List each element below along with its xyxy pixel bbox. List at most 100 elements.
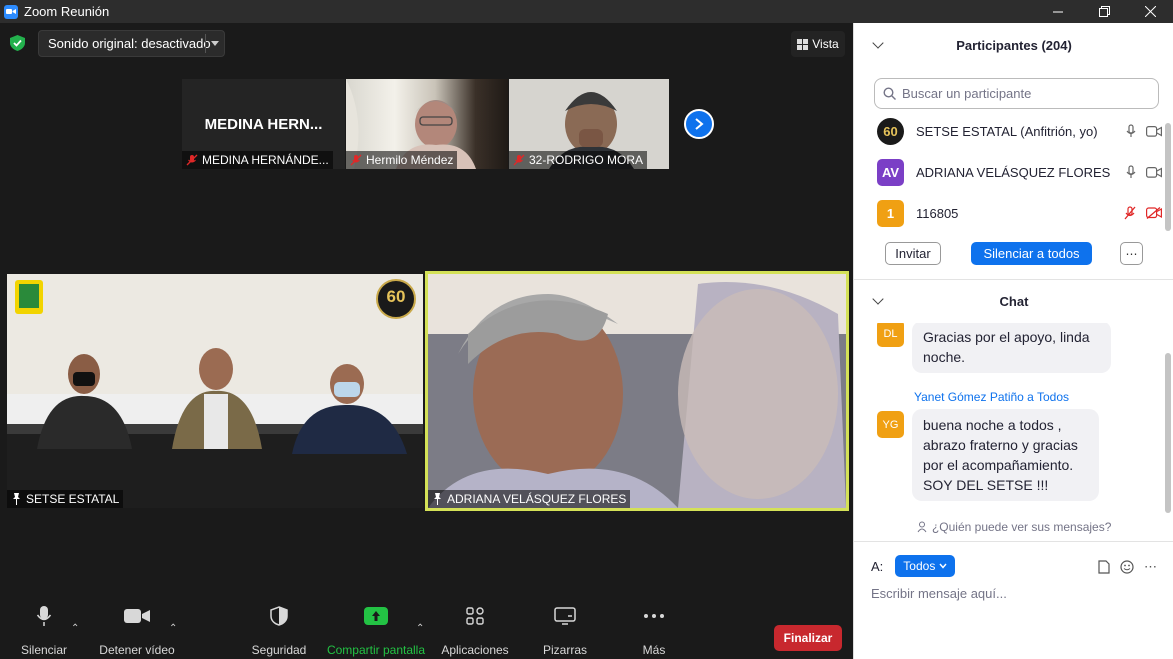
avatar: YG — [877, 411, 904, 438]
chat-message-line: por el acompañamiento. — [923, 457, 1074, 473]
participants-scrollbar[interactable] — [1165, 123, 1171, 231]
restore-button[interactable] — [1081, 0, 1127, 23]
participant-row-name: SETSE ESTATAL (Anfitrión, yo) — [916, 124, 1098, 139]
participant-name-tag: Hermilo Méndez — [346, 151, 458, 169]
chat-message: buena noche a todos , abrazo fraterno y … — [912, 409, 1099, 501]
participant-name-tag: MEDINA HERNÁNDE... — [182, 151, 333, 169]
stop-video-button[interactable]: Detener vídeo — [99, 601, 175, 657]
participant-tile-setse[interactable]: 60 SETSE ESTATAL — [7, 274, 423, 508]
avatar: 60 — [877, 118, 904, 145]
pin-icon — [13, 493, 20, 505]
meeting-toolbar: Silenciar ⌃ Detener vídeo ⌃ Seguridad Co… — [0, 601, 853, 659]
chat-header: Chat — [854, 279, 1173, 323]
chat-message-line: buena noche a todos , — [923, 417, 1062, 433]
who-can-see-link[interactable]: ¿Quién puede ver sus mensajes? — [854, 520, 1173, 534]
whiteboards-label: Pizarras — [542, 643, 587, 657]
share-screen-label: Compartir pantalla — [326, 643, 426, 657]
chat-message-line: SOY DEL SETSE !!! — [923, 477, 1049, 493]
mute-button[interactable]: Silenciar — [19, 601, 69, 657]
video-options-caret[interactable]: ⌃ — [169, 623, 177, 634]
apps-button[interactable]: Aplicaciones — [440, 601, 510, 657]
avatar: DL — [877, 323, 904, 347]
emoji-icon[interactable] — [1120, 560, 1134, 574]
participant-tile-adriana[interactable]: ADRIANA VELÁSQUEZ FLORES — [425, 271, 849, 511]
video-off-icon[interactable] — [1146, 207, 1162, 219]
microphone-icon[interactable] — [1126, 165, 1136, 179]
participant-tile-rodrigo[interactable]: 32-RODRIGO MORA — [509, 79, 669, 169]
participant-name: SETSE ESTATAL — [26, 492, 120, 506]
microphone-icon[interactable] — [1126, 124, 1136, 138]
anniversary-badge: 60 — [386, 287, 406, 306]
share-screen-button[interactable]: Compartir pantalla — [326, 601, 426, 657]
view-button[interactable]: Vista — [791, 31, 845, 57]
chat-message: Gracias por el apoyo, linda noche. — [912, 323, 1111, 373]
next-page-button[interactable] — [684, 109, 714, 139]
view-label: Vista — [812, 37, 839, 51]
minimize-button[interactable] — [1035, 0, 1081, 23]
security-button[interactable]: Seguridad — [251, 601, 307, 657]
encryption-shield-icon[interactable] — [10, 35, 25, 51]
end-meeting-button[interactable]: Finalizar — [774, 625, 842, 651]
participant-name-tag: SETSE ESTATAL — [7, 490, 124, 508]
recipient-row: A: Todos — [871, 555, 956, 577]
more-label: Más — [642, 643, 666, 657]
more-dots-icon — [644, 614, 664, 618]
more-button[interactable]: Más — [640, 601, 668, 657]
chat-title: Chat — [999, 293, 1029, 309]
mic-muted-icon[interactable] — [1124, 206, 1136, 220]
participant-search-input[interactable]: Buscar un participante — [874, 78, 1159, 109]
person-icon — [917, 521, 927, 533]
participant-name: ADRIANA VELÁSQUEZ FLORES — [447, 492, 627, 506]
search-placeholder: Buscar un participante — [902, 86, 1032, 101]
file-icon[interactable] — [1098, 560, 1110, 574]
mic-muted-icon — [513, 154, 525, 166]
chat-sender: Yanet Gómez Patiño a Todos — [914, 390, 1069, 404]
original-sound-dropdown[interactable]: Sonido original: desactivado — [38, 30, 225, 57]
chat-divider — [854, 541, 1173, 542]
mic-muted-icon — [186, 154, 198, 166]
video-camera-icon[interactable] — [1146, 125, 1162, 137]
video-camera-icon[interactable] — [1146, 166, 1162, 178]
chevron-down-icon — [211, 41, 219, 46]
shield-icon — [270, 606, 288, 626]
collapse-chat-icon[interactable] — [872, 293, 884, 305]
share-screen-icon — [364, 607, 388, 625]
share-options-caret[interactable]: ⌃ — [416, 623, 424, 634]
mute-label: Silenciar — [20, 643, 68, 657]
apps-icon — [466, 607, 484, 625]
chat-more-icon[interactable]: ⋯ — [1144, 559, 1157, 575]
mute-all-button[interactable]: Silenciar a todos — [971, 242, 1092, 265]
window-title: Zoom Reunión — [24, 4, 110, 19]
chat-messages: DL Gracias por el apoyo, linda noche. Ya… — [854, 323, 1164, 519]
whiteboard-icon — [554, 607, 576, 625]
original-sound-label: Sonido original: desactivado — [48, 36, 211, 51]
participants-title: Participantes (204) — [956, 37, 1072, 53]
recipient-dropdown[interactable]: Todos — [895, 555, 956, 577]
meeting-area: Sonido original: desactivado Vista MEDIN… — [0, 23, 853, 659]
participants-more-button[interactable]: ⋯ — [1120, 242, 1143, 265]
participant-name-tag: 32-RODRIGO MORA — [509, 151, 648, 169]
participant-row[interactable]: AV ADRIANA VELÁSQUEZ FLORES — [854, 152, 1164, 193]
participant-row-name: ADRIANA VELÁSQUEZ FLORES — [916, 165, 1111, 180]
invite-button[interactable]: Invitar — [885, 242, 941, 265]
participant-name-tag: ADRIANA VELÁSQUEZ FLORES — [428, 490, 631, 508]
apps-label: Aplicaciones — [441, 643, 509, 657]
avatar: 1 — [877, 200, 904, 227]
audio-options-caret[interactable]: ⌃ — [71, 623, 79, 634]
security-label: Seguridad — [251, 643, 307, 657]
participant-row[interactable]: 60 SETSE ESTATAL (Anfitrión, yo) — [854, 111, 1164, 152]
chat-message-input[interactable]: Escribir mensaje aquí... — [871, 586, 1007, 601]
chat-message-line: abrazo fraterno y gracias — [923, 437, 1078, 453]
participant-tile-hermilo[interactable]: Hermilo Méndez — [346, 79, 508, 169]
video-camera-icon — [124, 609, 150, 623]
close-window-button[interactable] — [1127, 0, 1173, 23]
chat-message-line: Gracias por el apoyo, linda — [923, 329, 1090, 345]
chevron-down-icon — [939, 563, 947, 569]
participant-name: 32-RODRIGO MORA — [529, 153, 644, 167]
participant-tile-medina[interactable]: MEDINA HERN... MEDINA HERNÁNDE... — [182, 79, 345, 169]
avatar: AV — [877, 159, 904, 186]
collapse-participants-icon[interactable] — [872, 37, 884, 49]
participant-row[interactable]: 1 116805 — [854, 193, 1164, 234]
chat-scrollbar[interactable] — [1165, 353, 1171, 513]
whiteboards-button[interactable]: Pizarras — [542, 601, 588, 657]
